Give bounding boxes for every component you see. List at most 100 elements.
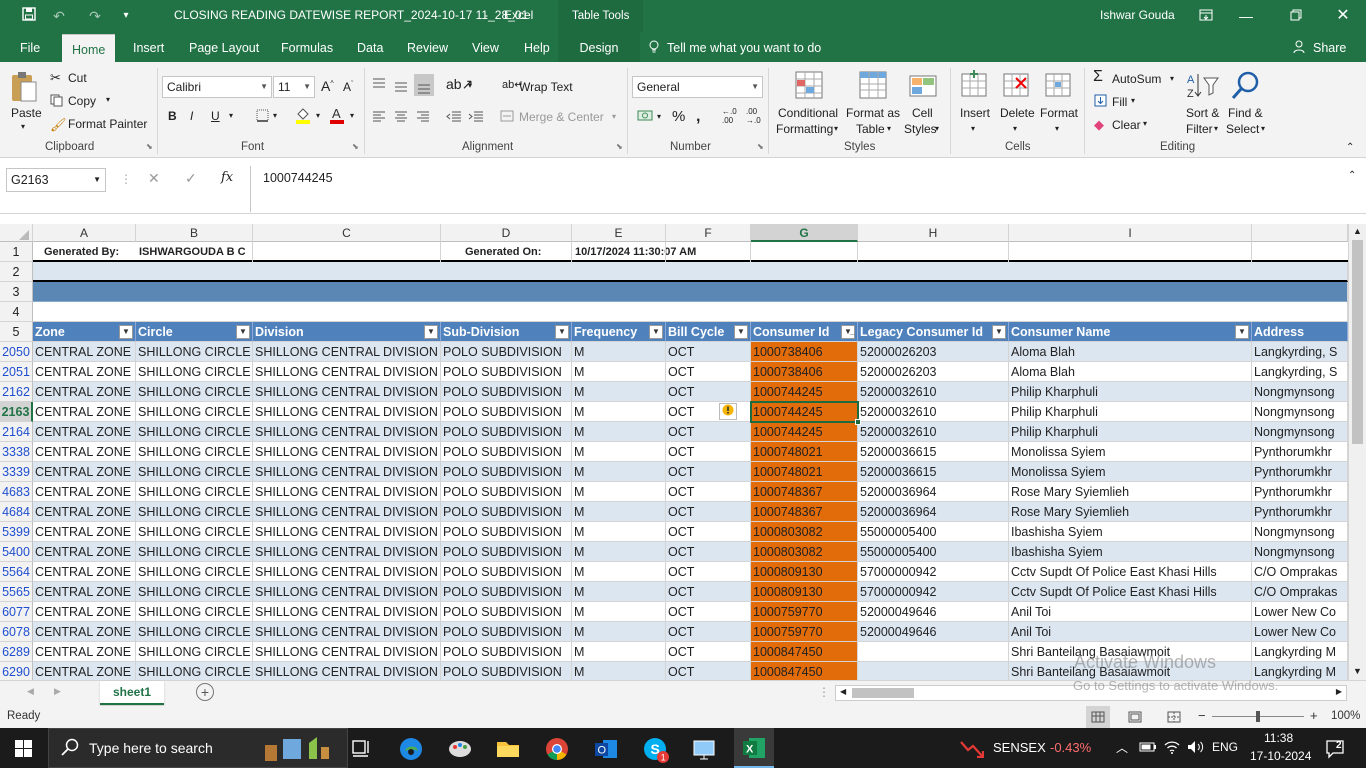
borders-icon[interactable]: [256, 109, 269, 125]
consumer-id-cell[interactable]: 1000738406: [751, 342, 858, 362]
table-cell[interactable]: OCT: [666, 542, 751, 562]
column-header[interactable]: I: [1009, 224, 1252, 242]
table-cell[interactable]: M: [572, 602, 666, 622]
table-cell[interactable]: CENTRAL ZONE: [33, 382, 136, 402]
expand-formula-icon[interactable]: ⌃: [1348, 170, 1356, 181]
page-layout-view-icon[interactable]: [1128, 711, 1142, 726]
fill-dropdown-icon[interactable]: ▾: [1131, 96, 1135, 105]
consumer-id-cell[interactable]: 1000744245: [751, 422, 858, 442]
zoom-in-icon[interactable]: +: [1310, 708, 1318, 723]
row-header[interactable]: 4683: [0, 482, 33, 502]
table-cell[interactable]: SHILLONG CENTRAL DIVISION: [253, 462, 441, 482]
table-cell[interactable]: SHILLONG CIRCLE: [136, 522, 253, 542]
table-cell[interactable]: SHILLONG CENTRAL DIVISION: [253, 522, 441, 542]
vertical-scrollbar[interactable]: ▲ ▼: [1348, 224, 1366, 680]
tab-insert[interactable]: Insert: [133, 32, 164, 62]
table-cell[interactable]: OCT: [666, 562, 751, 582]
table-cell[interactable]: M: [572, 362, 666, 382]
share-icon[interactable]: [1293, 32, 1307, 62]
tab-page-layout[interactable]: Page Layout: [189, 32, 259, 62]
paint-app-icon[interactable]: [447, 736, 475, 760]
row-header[interactable]: 4: [0, 302, 33, 322]
consumer-id-cell[interactable]: 1000803082: [751, 542, 858, 562]
scroll-up-icon[interactable]: ▲: [1353, 226, 1362, 236]
table-cell[interactable]: SHILLONG CIRCLE: [136, 582, 253, 602]
table-cell[interactable]: POLO SUBDIVISION: [441, 502, 572, 522]
table-cell[interactable]: M: [572, 662, 666, 680]
clock-time[interactable]: 11:38: [1264, 731, 1293, 745]
increase-decimal-icon[interactable]: ←.0.00: [722, 107, 737, 125]
table-cell[interactable]: M: [572, 442, 666, 462]
table-cell[interactable]: OCT: [666, 442, 751, 462]
table-cell[interactable]: Anil Toi: [1009, 622, 1252, 642]
table-cell[interactable]: POLO SUBDIVISION: [441, 482, 572, 502]
prev-sheet-icon[interactable]: ◀: [27, 686, 34, 697]
font-name-select[interactable]: Calibri ▼: [162, 76, 272, 98]
zoom-level[interactable]: 100%: [1331, 710, 1360, 722]
consumer-id-cell[interactable]: 1000748367: [751, 502, 858, 522]
table-cell[interactable]: Ibashisha Syiem: [1009, 542, 1252, 562]
table-cell[interactable]: POLO SUBDIVISION: [441, 542, 572, 562]
table-cell[interactable]: POLO SUBDIVISION: [441, 662, 572, 680]
table-cell[interactable]: Lower New Co: [1252, 622, 1348, 642]
table-cell[interactable]: Lower New Co: [1252, 602, 1348, 622]
column-header[interactable]: B: [136, 224, 253, 242]
italic-icon[interactable]: I: [190, 109, 193, 123]
tab-split-handle[interactable]: ⋮: [818, 685, 830, 699]
consumer-id-cell[interactable]: 1000809130: [751, 582, 858, 602]
table-cell[interactable]: POLO SUBDIVISION: [441, 402, 572, 422]
row-header[interactable]: 2051: [0, 362, 33, 382]
table-cell[interactable]: SHILLONG CENTRAL DIVISION: [253, 362, 441, 382]
save-icon[interactable]: [18, 6, 40, 26]
table-cell[interactable]: M: [572, 482, 666, 502]
consumer-id-cell[interactable]: 1000748021: [751, 462, 858, 482]
align-middle-icon[interactable]: [394, 80, 408, 95]
table-cell[interactable]: CENTRAL ZONE: [33, 342, 136, 362]
table-cell[interactable]: 57000000942: [858, 582, 1009, 602]
table-cell[interactable]: 52000049646: [858, 622, 1009, 642]
table-cell[interactable]: Ibashisha Syiem: [1009, 522, 1252, 542]
format-painter-button[interactable]: Format Painter: [68, 117, 147, 131]
table-cell[interactable]: OCT: [666, 402, 751, 422]
outlook-icon[interactable]: O: [593, 736, 621, 760]
ribbon-display-icon[interactable]: [1196, 6, 1216, 26]
borders-dropdown-icon[interactable]: ▾: [273, 111, 277, 120]
paste-dropdown-icon[interactable]: ▾: [21, 122, 25, 131]
table-cell[interactable]: Monolissa Syiem: [1009, 462, 1252, 482]
table-cell[interactable]: CENTRAL ZONE: [33, 502, 136, 522]
cell-styles-dropdown-icon[interactable]: ▾: [935, 124, 939, 133]
autosum-icon[interactable]: Σ: [1093, 68, 1103, 86]
row-header[interactable]: 2: [0, 262, 33, 282]
column-header[interactable]: H: [858, 224, 1009, 242]
filter-dropdown-icon[interactable]: ▼: [649, 325, 663, 339]
table-cell[interactable]: Philip Kharphuli: [1009, 382, 1252, 402]
row-header[interactable]: 6289: [0, 642, 33, 662]
table-cell[interactable]: SHILLONG CENTRAL DIVISION: [253, 542, 441, 562]
cancel-entry-icon[interactable]: ✕: [148, 170, 160, 187]
table-header-cell[interactable]: Consumer Id ▼̲: [751, 322, 858, 342]
eraser-icon[interactable]: ◆: [1094, 117, 1104, 133]
find-select-icon[interactable]: [1230, 70, 1262, 105]
row-header[interactable]: 1: [0, 242, 33, 262]
consumer-id-cell[interactable]: 1000748021: [751, 442, 858, 462]
align-center-icon[interactable]: [394, 110, 408, 125]
battery-icon[interactable]: [1139, 740, 1157, 757]
vertical-scroll-thumb[interactable]: [1352, 240, 1363, 444]
table-header-cell[interactable]: Division ▼: [253, 322, 441, 342]
chrome-icon[interactable]: [544, 736, 572, 760]
column-header[interactable]: C: [253, 224, 441, 242]
task-view-icon[interactable]: [349, 736, 377, 760]
table-cell[interactable]: 52000026203: [858, 362, 1009, 382]
fill-color-dropdown-icon[interactable]: ▾: [316, 111, 320, 120]
tab-home[interactable]: Home: [62, 34, 116, 62]
table-header-cell[interactable]: Bill Cycle ▼: [666, 322, 751, 342]
table-cell[interactable]: SHILLONG CENTRAL DIVISION: [253, 562, 441, 582]
table-cell[interactable]: SHILLONG CENTRAL DIVISION: [253, 602, 441, 622]
table-cell[interactable]: OCT: [666, 662, 751, 680]
decrease-indent-icon[interactable]: [446, 110, 462, 125]
copy-icon[interactable]: [50, 94, 63, 110]
windows-start-icon[interactable]: [15, 740, 32, 760]
table-header-cell[interactable]: Zone ▼: [33, 322, 136, 342]
delete-dropdown-icon[interactable]: ▾: [1013, 124, 1017, 133]
table-cell[interactable]: SHILLONG CENTRAL DIVISION: [253, 442, 441, 462]
